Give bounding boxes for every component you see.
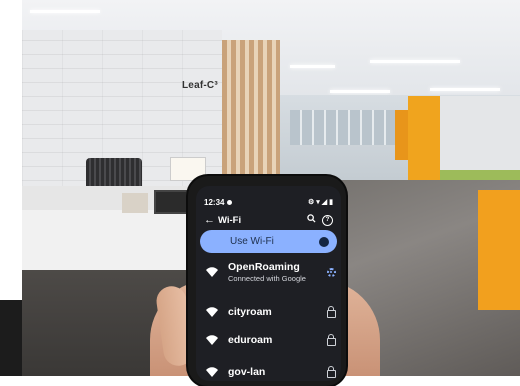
use-wifi-toggle-row[interactable]: Use Wi-Fi [200,230,337,253]
left-margin [0,0,22,300]
use-wifi-label: Use Wi-Fi [230,236,274,247]
app-bar: ← Wi-Fi ? [204,212,333,228]
ceiling-light [290,65,335,68]
network-row-eduroam[interactable]: eduroam [196,326,341,354]
wall-logo: Leaf-C³ [182,80,218,91]
network-name: gov-lan [228,366,266,378]
ceiling-light [370,60,460,63]
dark-corner [0,300,22,376]
network-name: eduroam [228,334,273,346]
ceiling-light [30,10,100,13]
gear-icon[interactable] [326,267,336,277]
desk-device [122,193,148,213]
network-row-openroaming[interactable]: OpenRoaming Connected with Google [196,258,341,286]
network-name: OpenRoaming [228,261,300,273]
signal-icon: ◢ [321,199,328,206]
wifi-signal-icon [196,267,228,277]
status-bar: 12:34 ⚙ ▾ ◢ ▮ [204,196,333,208]
lock-icon [326,334,336,346]
help-icon[interactable]: ? [322,214,333,226]
search-icon[interactable] [307,214,316,226]
wifi-signal-icon [196,335,228,345]
status-icons: ⚙ ▾ ◢ ▮ [308,198,333,206]
toggle-knob-icon[interactable] [319,236,329,247]
notification-dot-icon [227,199,233,205]
network-row-cityroam[interactable]: cityroam [196,298,341,326]
ceiling-light [330,90,390,93]
back-arrow-icon[interactable]: ← [204,214,218,226]
wifi-status-icon: ▾ [316,199,320,206]
lock-icon [326,366,336,378]
page-title: Wi-Fi [218,214,242,226]
network-name: cityroam [228,306,272,318]
wood-slat-screen [222,40,280,180]
battery-icon: ▮ [329,199,333,206]
lock-icon [326,306,336,318]
status-time: 12:34 [204,197,225,207]
orange-pillar [408,96,440,181]
orange-pillar [478,190,520,310]
windows [290,110,400,145]
ceiling-light [430,88,500,91]
desk-monitor [154,190,188,214]
network-status: Connected with Google [228,274,306,283]
network-row-gov-lan[interactable]: gov-lan [196,358,341,381]
settings-status-icon: ⚙ [307,199,315,206]
wifi-signal-icon [196,307,228,317]
phone-screen: 12:34 ⚙ ▾ ◢ ▮ ← Wi-Fi ? Use Wi-Fi OpenRo… [196,186,341,381]
